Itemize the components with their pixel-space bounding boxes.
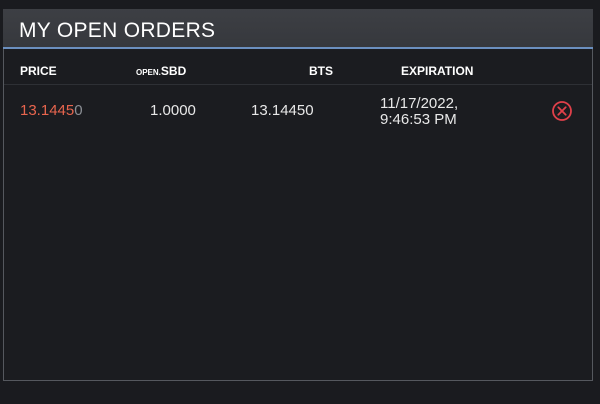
panel-header: MY OPEN ORDERS xyxy=(3,9,593,49)
order-price: 13.14450 xyxy=(20,102,83,119)
order-price-main: 13.1445 xyxy=(20,102,75,119)
close-circle-icon xyxy=(552,101,572,121)
open-orders-panel xyxy=(3,9,593,381)
header-divider xyxy=(4,84,592,85)
order-expiration: 11/17/2022, 9:46:53 PM xyxy=(380,96,458,128)
order-sbd-amount: 1.0000 xyxy=(150,102,196,119)
column-header-sbd: SBD xyxy=(160,64,187,78)
column-header-expiration[interactable]: EXPIRATION xyxy=(401,64,473,78)
cancel-order-button[interactable] xyxy=(551,100,573,122)
column-header-open-sbd[interactable]: OPEN.SBD xyxy=(136,64,186,78)
column-header-price[interactable]: PRICE xyxy=(20,64,57,78)
order-price-tail: 0 xyxy=(74,102,83,119)
order-expiration-date: 11/17/2022, xyxy=(380,95,459,112)
order-bts-amount: 13.14450 xyxy=(251,102,314,119)
panel-title: MY OPEN ORDERS xyxy=(19,19,216,42)
column-header-bts[interactable]: BTS xyxy=(309,64,333,78)
column-header-open-prefix: OPEN. xyxy=(136,68,161,77)
order-expiration-time: 9:46:53 PM xyxy=(380,111,457,128)
